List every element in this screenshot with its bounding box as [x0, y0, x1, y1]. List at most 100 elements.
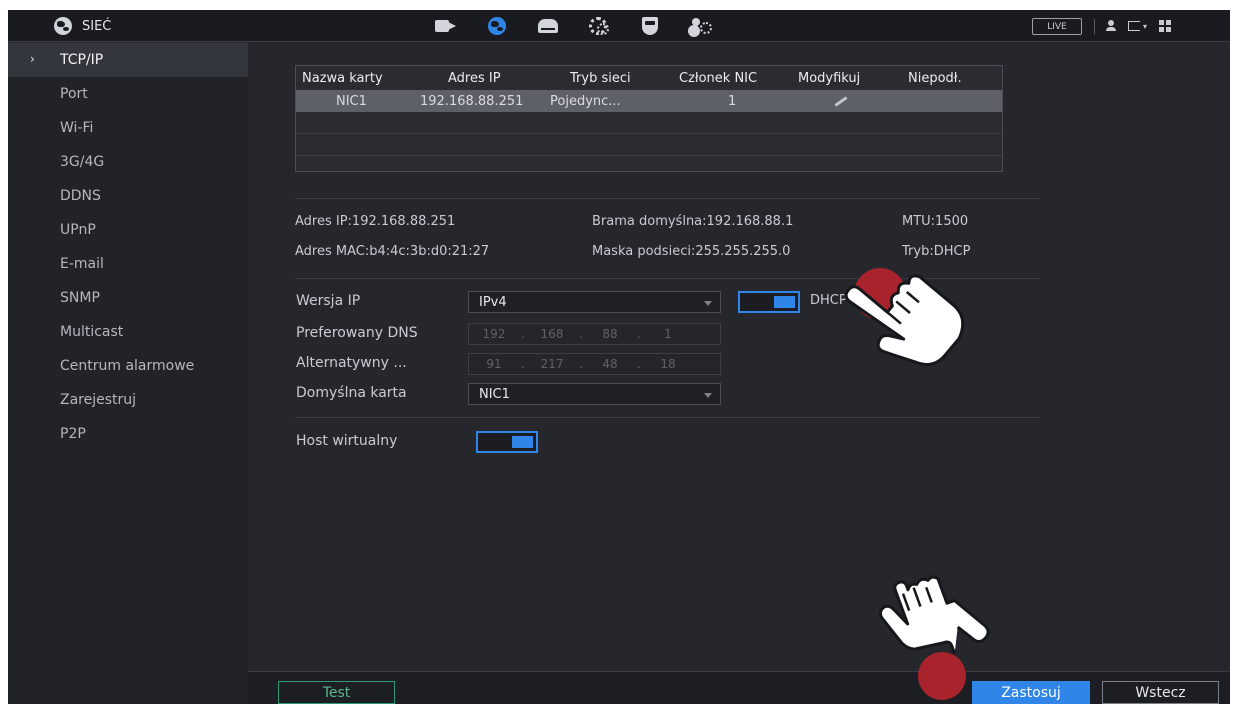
- alternate-dns-input[interactable]: 91. 217. 48. 18: [468, 353, 721, 375]
- network-globe-icon[interactable]: [485, 16, 509, 36]
- apply-button[interactable]: Zastosuj: [972, 681, 1090, 704]
- preferred-dns-label: Preferowany DNS: [296, 325, 418, 341]
- user-icon[interactable]: [1106, 20, 1116, 32]
- sidebar-item-port[interactable]: Port: [8, 77, 248, 111]
- table-row[interactable]: NIC1 192.168.88.251 Pojedync... 1: [296, 90, 1002, 112]
- divider: [295, 198, 1040, 199]
- ip-octet: 217: [540, 357, 564, 371]
- section-title: SIEĆ: [54, 10, 111, 42]
- ip-version-value: IPv4: [479, 294, 507, 310]
- bottom-bar: Test Zastosuj Wstecz: [248, 671, 1230, 704]
- sidebar-item-label: SNMP: [60, 290, 100, 306]
- sidebar-item-register[interactable]: Zarejestruj: [8, 383, 248, 417]
- info-mode: Tryb:DHCP: [902, 244, 971, 259]
- ip-octet: 192: [482, 327, 506, 341]
- dhcp-toggle[interactable]: [738, 291, 800, 313]
- ip-version-select[interactable]: IPv4: [468, 291, 721, 313]
- chevron-down-icon: [704, 301, 712, 306]
- main-nav: [434, 10, 713, 42]
- sidebar-item-ddns[interactable]: DDNS: [8, 179, 248, 213]
- nic-name: NIC1: [336, 93, 367, 109]
- app-window: SIEĆ LIVE ▾ › TCP/IP Port Wi-Fi 3G/4G DD…: [8, 10, 1230, 704]
- toggle-knob: [512, 436, 533, 448]
- back-button[interactable]: Wstecz: [1102, 681, 1219, 704]
- nic-table: Nazwa karty Adres IP Tryb sieci Członek …: [295, 65, 1003, 172]
- sidebar-item-label: P2P: [60, 426, 86, 442]
- security-shield-icon[interactable]: [638, 16, 662, 36]
- network-globe-icon: [54, 17, 72, 35]
- sidebar-item-label: TCP/IP: [60, 52, 104, 68]
- topbar-right: ▾: [1106, 10, 1172, 42]
- sidebar-item-email[interactable]: E-mail: [8, 247, 248, 281]
- column-header: Adres IP: [448, 70, 501, 86]
- virtual-host-label: Host wirtualny: [296, 433, 398, 449]
- info-mac: Adres MAC:b4:4c:3b:d0:21:27: [295, 244, 490, 259]
- ip-octet: 168: [540, 327, 564, 341]
- logout-icon: [1128, 21, 1140, 31]
- chevron-down-icon: ▾: [1143, 21, 1148, 31]
- storage-icon[interactable]: [536, 16, 560, 36]
- divider: [295, 417, 1040, 418]
- grid-icon[interactable]: [1159, 20, 1172, 32]
- info-gateway: Brama domyślna:192.168.88.1: [592, 214, 794, 229]
- sidebar-item-label: DDNS: [60, 188, 101, 204]
- sidebar-item-label: Wi-Fi: [60, 120, 94, 136]
- topbar-divider: [1094, 19, 1095, 34]
- ip-octet: 18: [660, 357, 676, 371]
- sidebar-item-label: Centrum alarmowe: [60, 358, 195, 374]
- top-bar: SIEĆ LIVE ▾: [8, 10, 1230, 42]
- main-panel: Nazwa karty Adres IP Tryb sieci Członek …: [248, 43, 1230, 704]
- preferred-dns-input[interactable]: 192. 168. 88. 1: [468, 323, 721, 345]
- column-header: Nazwa karty: [302, 70, 383, 86]
- nic-mode: Pojedync...: [550, 93, 621, 109]
- table-row: [296, 134, 1002, 156]
- test-button[interactable]: Test: [278, 681, 395, 704]
- alternate-dns-label: Alternatywny ...: [296, 355, 407, 371]
- sidebar-item-wifi[interactable]: Wi-Fi: [8, 111, 248, 145]
- sidebar-item-tcp-ip[interactable]: › TCP/IP: [8, 43, 248, 77]
- sidebar-item-3g-4g[interactable]: 3G/4G: [8, 145, 248, 179]
- toggle-knob: [774, 296, 795, 308]
- virtual-host-toggle[interactable]: [476, 431, 538, 453]
- ip-octet: 1: [664, 327, 672, 341]
- sidebar-item-snmp[interactable]: SNMP: [8, 281, 248, 315]
- ip-version-label: Wersja IP: [296, 293, 361, 309]
- sidebar-item-alarm-center[interactable]: Centrum alarmowe: [8, 349, 248, 383]
- divider: [295, 278, 1040, 279]
- camera-icon[interactable]: [434, 16, 458, 36]
- default-card-label: Domyślna karta: [296, 385, 407, 401]
- info-ip: Adres IP:192.168.88.251: [295, 214, 456, 229]
- sidebar: › TCP/IP Port Wi-Fi 3G/4G DDNS UPnP E-ma…: [8, 43, 248, 704]
- system-gears-icon[interactable]: [587, 16, 611, 36]
- nic-member: 1: [728, 93, 737, 109]
- live-button[interactable]: LIVE: [1032, 18, 1082, 35]
- info-mtu: MTU:1500: [902, 214, 969, 229]
- ip-octet: 88: [602, 327, 618, 341]
- pencil-icon: [834, 95, 848, 107]
- sidebar-item-label: Port: [60, 86, 88, 102]
- chevron-down-icon: [704, 393, 712, 398]
- section-title-text: SIEĆ: [82, 18, 112, 34]
- info-mask: Maska podsieci:255.255.255.0: [592, 244, 791, 259]
- sidebar-item-label: E-mail: [60, 256, 104, 272]
- table-row: [296, 112, 1002, 134]
- column-header: Modyfikuj: [798, 70, 861, 86]
- dhcp-label: DHCP: [810, 293, 847, 308]
- sidebar-item-label: 3G/4G: [60, 154, 105, 170]
- nic-table-header: Nazwa karty Adres IP Tryb sieci Członek …: [296, 66, 1002, 90]
- account-icon[interactable]: [689, 16, 713, 36]
- sidebar-item-upnp[interactable]: UPnP: [8, 213, 248, 247]
- default-card-select[interactable]: NIC1: [468, 383, 721, 405]
- column-header: Tryb sieci: [570, 70, 631, 86]
- sidebar-item-multicast[interactable]: Multicast: [8, 315, 248, 349]
- sidebar-item-label: Multicast: [60, 324, 124, 340]
- column-header: Niepodł.: [908, 70, 962, 86]
- logout-menu[interactable]: ▾: [1128, 21, 1147, 31]
- default-card-value: NIC1: [479, 386, 510, 402]
- sidebar-item-label: UPnP: [60, 222, 96, 238]
- modify-button[interactable]: [834, 90, 848, 112]
- ip-octet: 48: [602, 357, 618, 371]
- ip-octet: 91: [486, 357, 502, 371]
- sidebar-item-p2p[interactable]: P2P: [8, 417, 248, 451]
- chevron-right-icon: ›: [30, 52, 35, 66]
